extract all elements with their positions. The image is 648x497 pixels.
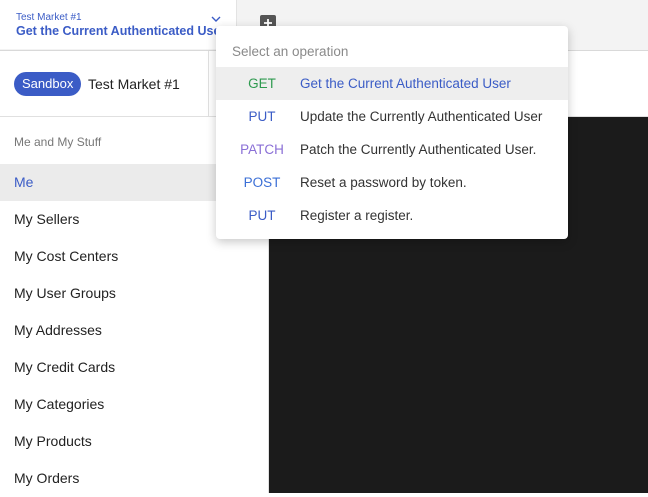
operation-option[interactable]: PUT Update the Currently Authenticated U…	[216, 100, 568, 133]
operation-dropdown: Select an operation GET Get the Current …	[216, 26, 568, 239]
operation-label: Reset a password by token.	[300, 175, 467, 190]
chevron-down-icon[interactable]	[211, 15, 221, 23]
operation-label: Get the Current Authenticated User	[300, 76, 511, 91]
sidebar-item-my-cost-centers[interactable]: My Cost Centers	[0, 238, 268, 275]
operation-option[interactable]: GET Get the Current Authenticated User	[216, 67, 568, 100]
method-badge-patch: PATCH	[240, 142, 284, 157]
operation-option[interactable]: POST Reset a password by token.	[216, 166, 568, 199]
sidebar-item-my-credit-cards[interactable]: My Credit Cards	[0, 349, 268, 386]
method-badge-put: PUT	[248, 109, 276, 124]
operation-option[interactable]: PUT Register a register.	[216, 199, 568, 232]
sidebar-item-my-user-groups[interactable]: My User Groups	[0, 275, 268, 312]
request-tab[interactable]: Test Market #1 Get the Current Authentic…	[0, 0, 237, 49]
operation-label: Register a register.	[300, 208, 414, 223]
method-badge-post: POST	[243, 175, 281, 190]
tab-title: Get the Current Authenticated User	[16, 24, 226, 38]
environment-name: Test Market #1	[88, 76, 180, 92]
divider	[208, 51, 209, 116]
sidebar-section-heading: Me and My Stuff	[14, 135, 102, 149]
sidebar-item-my-categories[interactable]: My Categories	[0, 386, 268, 423]
sidebar-item-my-products[interactable]: My Products	[0, 423, 268, 460]
operation-label: Update the Currently Authenticated User	[300, 109, 543, 124]
environment-badge[interactable]: Sandbox	[14, 72, 82, 96]
sidebar-item-my-addresses[interactable]: My Addresses	[0, 312, 268, 349]
tab-environment-label: Test Market #1	[16, 12, 82, 23]
operation-label: Patch the Currently Authenticated User.	[300, 142, 537, 157]
operation-option[interactable]: PATCH Patch the Currently Authenticated …	[216, 133, 568, 166]
sidebar-item-my-orders[interactable]: My Orders	[0, 460, 268, 497]
operation-search-input[interactable]: Select an operation	[232, 44, 348, 59]
method-badge-put: PUT	[248, 208, 276, 223]
method-badge-get: GET	[248, 76, 276, 91]
